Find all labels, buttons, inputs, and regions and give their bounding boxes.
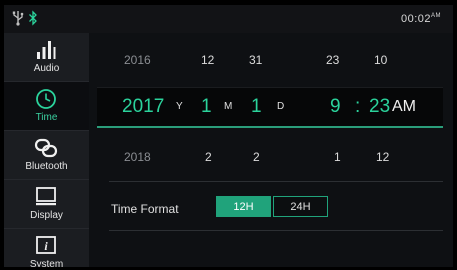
time-format-label: Time Format xyxy=(111,202,179,216)
next-minute[interactable]: 12 xyxy=(376,150,389,164)
svg-text:i: i xyxy=(44,239,48,253)
current-minute[interactable]: 23 xyxy=(369,96,390,118)
current-day[interactable]: 1 xyxy=(251,96,262,118)
sidebar-item-audio[interactable]: Audio xyxy=(4,33,89,82)
monitor-icon xyxy=(36,187,56,206)
divider xyxy=(109,230,443,231)
month-unit: M xyxy=(224,101,233,112)
time-format-24h-button[interactable]: 24H xyxy=(273,196,328,217)
status-bar: 00:02AM xyxy=(4,5,453,33)
current-year[interactable]: 2017 xyxy=(122,96,164,118)
status-clock: 00:02AM xyxy=(401,13,441,25)
next-month[interactable]: 2 xyxy=(205,150,212,164)
picker-next-row: 2018 2 2 1 12 xyxy=(89,150,453,170)
year-unit: Y xyxy=(176,101,183,112)
screen: 00:02AM Audio Time Bluetooth Display i S… xyxy=(4,5,453,267)
sidebar-item-label: Display xyxy=(30,210,63,221)
sidebar-item-label: Audio xyxy=(33,63,60,74)
next-hour[interactable]: 1 xyxy=(334,150,341,164)
info-icon: i xyxy=(36,236,56,254)
day-unit: D xyxy=(277,101,285,112)
time-colon: : xyxy=(355,96,361,117)
clock-ampm: AM xyxy=(431,13,441,19)
clock-icon xyxy=(36,89,56,109)
current-month[interactable]: 1 xyxy=(201,96,212,118)
prev-minute[interactable]: 10 xyxy=(374,53,387,67)
picker-prev-row: 2016 12 31 23 10 xyxy=(89,53,453,73)
sidebar-item-label: Time xyxy=(35,112,58,123)
sidebar-item-time[interactable]: Time xyxy=(4,82,89,131)
picker-current-row: 2017 Y 1 M 1 D 9 : 23 AM xyxy=(89,96,453,122)
next-year[interactable]: 2018 xyxy=(124,150,151,164)
clock-time: 00:02 xyxy=(400,13,431,25)
prev-year[interactable]: 2016 xyxy=(124,53,151,67)
prev-month[interactable]: 12 xyxy=(201,53,214,67)
divider xyxy=(109,181,443,182)
sidebar: Audio Time Bluetooth Display i System xyxy=(4,33,89,267)
equalizer-icon xyxy=(37,41,56,59)
time-format-12h-button[interactable]: 12H xyxy=(216,196,271,217)
time-settings-panel: 2016 12 31 23 10 2017 Y 1 M 1 D 9 : 23 A… xyxy=(89,33,453,267)
next-day[interactable]: 2 xyxy=(253,150,260,164)
link-icon xyxy=(34,138,58,158)
prev-day[interactable]: 31 xyxy=(249,53,262,67)
bluetooth-icon xyxy=(29,10,37,26)
sidebar-item-system[interactable]: i System xyxy=(4,229,89,267)
sidebar-item-label: System xyxy=(29,259,64,267)
current-hour[interactable]: 9 xyxy=(330,96,341,118)
sidebar-item-display[interactable]: Display xyxy=(4,180,89,229)
sidebar-item-label: Bluetooth xyxy=(25,161,68,172)
current-ampm[interactable]: AM xyxy=(392,98,416,116)
sidebar-item-bluetooth[interactable]: Bluetooth xyxy=(4,131,89,180)
usb-icon xyxy=(12,11,24,26)
prev-hour[interactable]: 23 xyxy=(326,53,339,67)
